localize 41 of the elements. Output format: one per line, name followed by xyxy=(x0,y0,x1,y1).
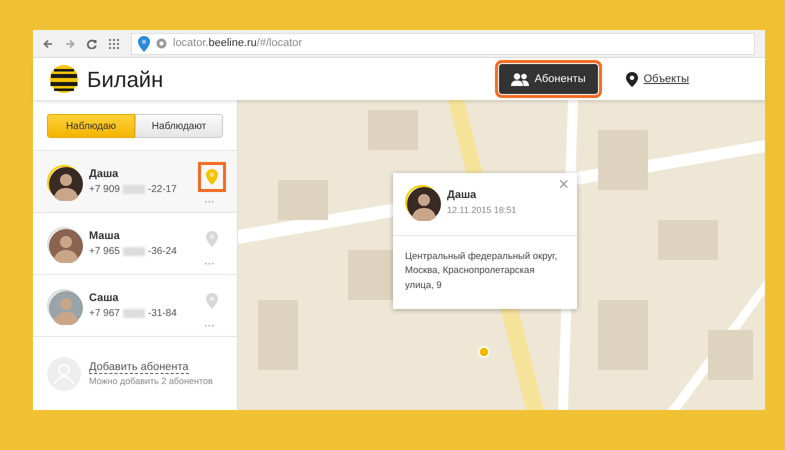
blurred-digits xyxy=(122,247,145,256)
filter-tab[interactable]: Наблюдаю xyxy=(47,114,135,138)
nav-tab[interactable]: Абоненты xyxy=(498,64,598,94)
map-marker-icon xyxy=(478,346,490,358)
avatar xyxy=(49,166,83,200)
popup-address: Центральный федеральный округ, Москва, Краснопролетарская улица, 9 xyxy=(404,250,558,292)
map-pin-icon xyxy=(206,230,218,246)
logo-icon xyxy=(49,64,79,94)
phone-prefix: +7 909 xyxy=(89,183,120,198)
logo-text: Билайн xyxy=(87,66,164,94)
blurred-digits xyxy=(122,309,145,318)
nav-tab[interactable]: Объекты xyxy=(614,64,701,94)
popup-name: Даша xyxy=(447,188,478,203)
avatar xyxy=(49,290,83,324)
reload-icon[interactable] xyxy=(87,38,97,48)
phone-prefix: +7 965 xyxy=(89,245,120,260)
back-icon[interactable] xyxy=(43,38,53,48)
blurred-digits xyxy=(122,185,145,194)
add-contact-link[interactable]: Добавить абонента xyxy=(89,360,189,374)
contact-name: Маша xyxy=(89,228,121,244)
info-icon xyxy=(156,38,167,49)
map-pin-icon xyxy=(206,168,218,184)
phone-suffix: -22-17 xyxy=(148,183,177,198)
contact-name: Саша xyxy=(89,290,120,306)
phone-suffix: -36-24 xyxy=(148,245,177,260)
location-pin-icon xyxy=(626,72,638,86)
url-text: locator.beeline.ru/#/locator xyxy=(173,36,302,52)
avatar xyxy=(49,228,83,262)
add-contact-hint: Можно добавить 2 абонентов xyxy=(89,375,213,388)
location-icon xyxy=(138,36,150,52)
forward-icon[interactable] xyxy=(65,38,75,48)
avatar xyxy=(407,187,441,221)
people-icon xyxy=(510,72,529,86)
phone-suffix: -31-84 xyxy=(148,307,177,322)
address-field[interactable]: locator.beeline.ru/#/locator xyxy=(131,32,755,54)
popup-time: 12.11.2015 18:51 xyxy=(447,204,516,216)
filter-tab[interactable]: Наблюдают xyxy=(135,114,223,138)
map-pin-icon xyxy=(206,292,218,308)
apps-icon[interactable] xyxy=(109,38,119,48)
phone-prefix: +7 967 xyxy=(89,307,120,322)
contact-name: Даша xyxy=(89,166,120,182)
